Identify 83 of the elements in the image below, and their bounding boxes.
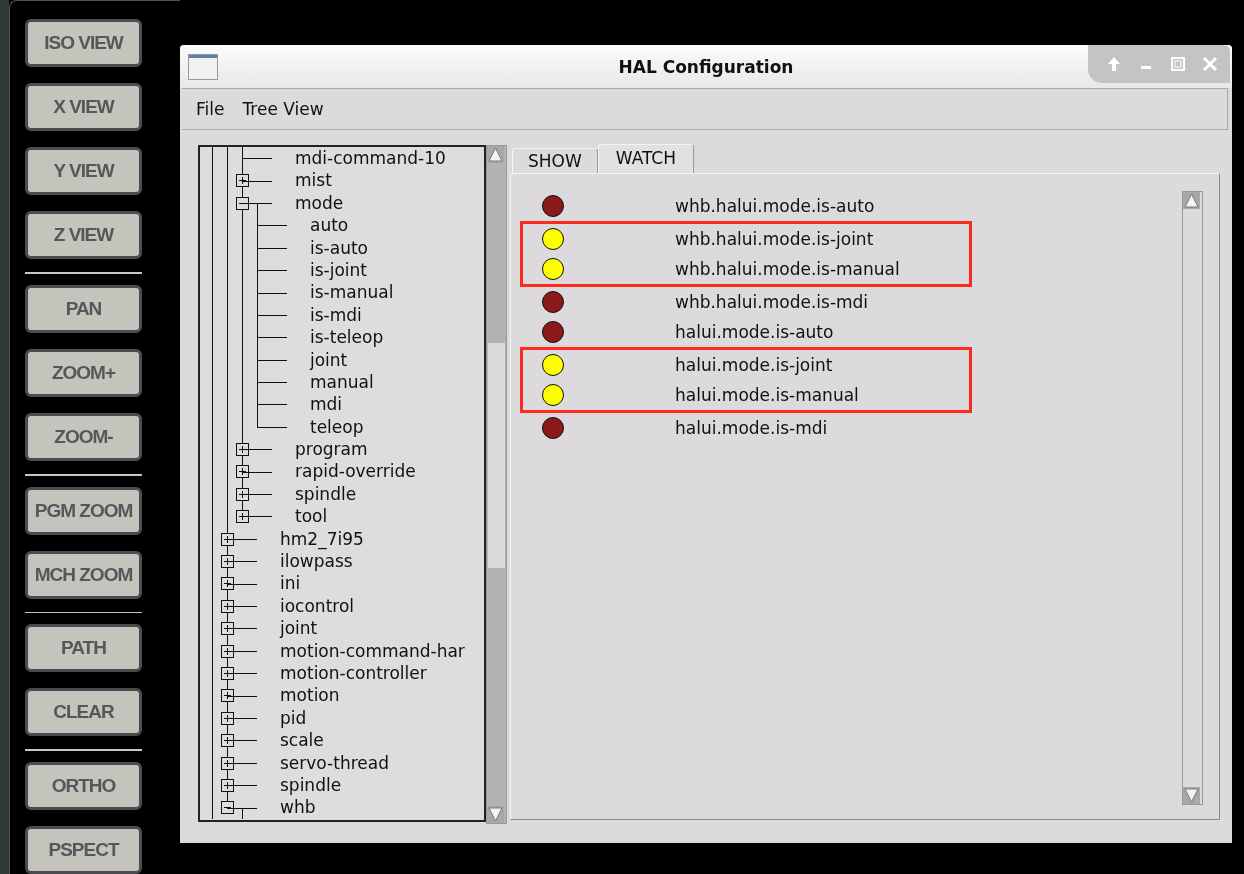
- tree-item[interactable]: is-auto: [310, 236, 368, 259]
- expand-icon[interactable]: [236, 465, 249, 479]
- expand-icon[interactable]: [236, 510, 249, 524]
- view-button[interactable]: X VIEW: [25, 83, 142, 131]
- tree-item[interactable]: spindle: [295, 482, 357, 506]
- window-title: HAL Configuration: [618, 56, 794, 77]
- expand-icon[interactable]: [221, 734, 234, 748]
- tree-item[interactable]: ini: [280, 572, 301, 595]
- expand-icon[interactable]: [221, 689, 234, 703]
- tree-item[interactable]: whb: [280, 796, 316, 819]
- tree-item[interactable]: rapid-override: [295, 460, 416, 483]
- view-button[interactable]: Z VIEW: [25, 211, 142, 259]
- view-button[interactable]: CLEAR: [25, 688, 142, 737]
- window-icon: [188, 53, 218, 80]
- tree-item[interactable]: motion-command-har: [280, 639, 465, 662]
- tree-item[interactable]: motion: [280, 684, 340, 707]
- tree-item[interactable]: is-mdi: [310, 303, 362, 327]
- view-button[interactable]: Y VIEW: [25, 147, 142, 195]
- tab[interactable]: SHOW: [512, 148, 598, 173]
- view-button[interactable]: ORTHO: [25, 762, 142, 810]
- tree-item[interactable]: joint: [280, 617, 318, 640]
- view-button[interactable]: PGM ZOOM: [25, 486, 142, 535]
- tree-item[interactable]: auto: [310, 214, 349, 237]
- scroll-up-arrow-icon[interactable]: [487, 146, 504, 163]
- signal-name: whb.halui.mode.is-joint: [675, 229, 874, 249]
- tree-item[interactable]: teleop: [310, 415, 364, 439]
- scrollbar[interactable]: [486, 145, 507, 824]
- expand-icon[interactable]: [221, 644, 234, 658]
- view-button[interactable]: PAN: [25, 284, 142, 333]
- expand-icon[interactable]: [236, 443, 249, 457]
- scrollbar[interactable]: [1182, 191, 1203, 805]
- signal-name: halui.mode.is-joint: [675, 355, 833, 375]
- tree-item[interactable]: mdi: [310, 393, 343, 416]
- scroll-down-arrow-icon[interactable]: [1183, 787, 1200, 804]
- scroll-up-arrow-icon[interactable]: [1183, 192, 1200, 209]
- view-button[interactable]: MCH ZOOM: [25, 550, 142, 599]
- tree-item[interactable]: pid: [280, 706, 307, 730]
- expand-icon[interactable]: [221, 667, 234, 680]
- tree-item[interactable]: servo-thread: [280, 751, 389, 774]
- tree-item[interactable]: is-teleop: [310, 326, 384, 349]
- collapse-icon[interactable]: [221, 801, 234, 815]
- signal-name: halui.mode.is-mdi: [675, 418, 828, 438]
- view-button[interactable]: ZOOM-: [25, 412, 142, 461]
- view-button[interactable]: ISO VIEW: [25, 19, 142, 67]
- expand-icon[interactable]: [236, 487, 249, 501]
- tab[interactable]: WATCH: [597, 144, 694, 173]
- tree-item[interactable]: spindle: [280, 773, 342, 797]
- collapse-icon[interactable]: [236, 196, 249, 210]
- view-button[interactable]: ZOOM+: [25, 348, 142, 397]
- menu-item[interactable]: Tree View: [242, 99, 324, 119]
- tree-item[interactable]: tool: [295, 505, 328, 528]
- signal-name: whb.halui.mode.is-mdi: [675, 292, 869, 312]
- tree-item[interactable]: mode: [295, 191, 344, 215]
- menu-item[interactable]: File: [196, 99, 225, 119]
- signal-name: halui.mode.is-auto: [675, 322, 834, 342]
- expand-icon[interactable]: [221, 622, 234, 636]
- tree-item[interactable]: hm2_7i95: [280, 527, 364, 551]
- tree-item[interactable]: iocontrol: [280, 594, 355, 618]
- tree-line: [242, 807, 243, 819]
- tree-item[interactable]: manual: [310, 370, 374, 394]
- expand-icon[interactable]: [221, 599, 234, 613]
- expand-icon[interactable]: [221, 711, 234, 725]
- expand-icon[interactable]: [221, 756, 234, 770]
- expand-icon[interactable]: [221, 577, 234, 591]
- scroll-down-arrow-icon[interactable]: [487, 806, 504, 823]
- expand-icon[interactable]: [221, 555, 234, 569]
- tree-item[interactable]: program: [295, 438, 368, 461]
- signal-name: halui.mode.is-manual: [675, 385, 859, 405]
- view-button[interactable]: PATH: [25, 624, 142, 673]
- signal-name: whb.halui.mode.is-auto: [675, 196, 875, 216]
- tree-item[interactable]: is-joint: [310, 258, 367, 282]
- tree-item[interactable]: scale: [280, 729, 324, 752]
- tree-item[interactable]: motion-controller: [280, 662, 427, 685]
- expand-icon[interactable]: [221, 532, 234, 546]
- tree-item[interactable]: mdi-command-10: [295, 147, 446, 170]
- tree-item[interactable]: mist: [295, 169, 332, 192]
- signal-name: whb.halui.mode.is-manual: [675, 259, 900, 279]
- view-button[interactable]: PSPECT: [25, 826, 142, 874]
- expand-icon[interactable]: [221, 778, 234, 792]
- tree-item[interactable]: is-manual: [310, 281, 394, 304]
- expand-icon[interactable]: [236, 174, 249, 188]
- tree-item[interactable]: joint: [310, 348, 348, 371]
- tree-item[interactable]: ilowpass: [280, 550, 353, 573]
